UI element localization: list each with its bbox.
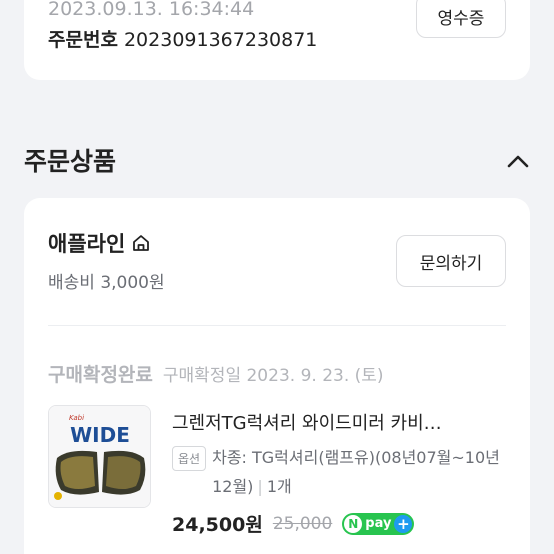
option-separator: | [257,477,263,496]
inquiry-button[interactable]: 문의하기 [396,235,506,287]
product-image: Kabi WIDE [49,406,150,507]
option-row: 옵션 차종: TG럭셔리(램프유)(08년07월~10년12월) | 1개 [172,443,512,501]
option-text: 차종: TG럭셔리(램프유)(08년07월~10년12월) [212,448,500,496]
order-product-card: 애플라인 배송비 3,000원 문의하기 구매확정완료 구매확정일 2023. … [24,198,530,554]
npay-n-icon: N [344,514,363,533]
order-number-row: 주문번호 2023091367230871 [48,25,317,52]
chevron-up-icon [507,155,529,168]
option-badge: 옵션 [172,446,207,471]
product-title[interactable]: 그렌저TG럭셔리 와이드미러 카비… [172,409,507,435]
collapse-button[interactable] [503,148,533,174]
price-row: 24,500원 25,000 N pay + [172,510,415,537]
product-thumbnail[interactable]: Kabi WIDE [48,405,151,508]
receipt-button[interactable]: 영수증 [416,0,506,38]
thumb-brand-text: Kabi [69,414,84,422]
quantity: 1개 [266,477,292,496]
original-price: 25,000 [272,513,333,534]
npay-label: pay [365,516,392,531]
purchase-status-row: 구매확정완료 구매확정일 2023. 9. 23. (토) [48,360,384,387]
order-date: 2023.09.13. 16:34:44 [48,0,255,20]
sale-price: 24,500원 [172,514,263,536]
npay-plus-icon: + [394,514,413,533]
store-icon[interactable] [131,233,151,253]
option-detail: 차종: TG럭셔리(램프유)(08년07월~10년12월) | 1개 [212,443,512,501]
seller-name-row[interactable]: 애플라인 [48,228,151,258]
order-info-card: 2023.09.13. 16:34:44 주문번호 20230913672308… [24,0,530,80]
order-number-value: 2023091367230871 [123,29,318,51]
confirm-date: 구매확정일 2023. 9. 23. (토) [162,366,384,386]
thumb-title-text: WIDE [70,423,130,447]
section-title: 주문상품 [24,147,117,176]
divider [48,325,506,326]
npay-plus-badge: N pay + [342,512,415,535]
purchase-status: 구매확정완료 [48,364,153,386]
order-number-label: 주문번호 [48,29,118,51]
shipping-fee: 배송비 3,000원 [48,273,165,293]
seller-name[interactable]: 애플라인 [48,228,125,258]
